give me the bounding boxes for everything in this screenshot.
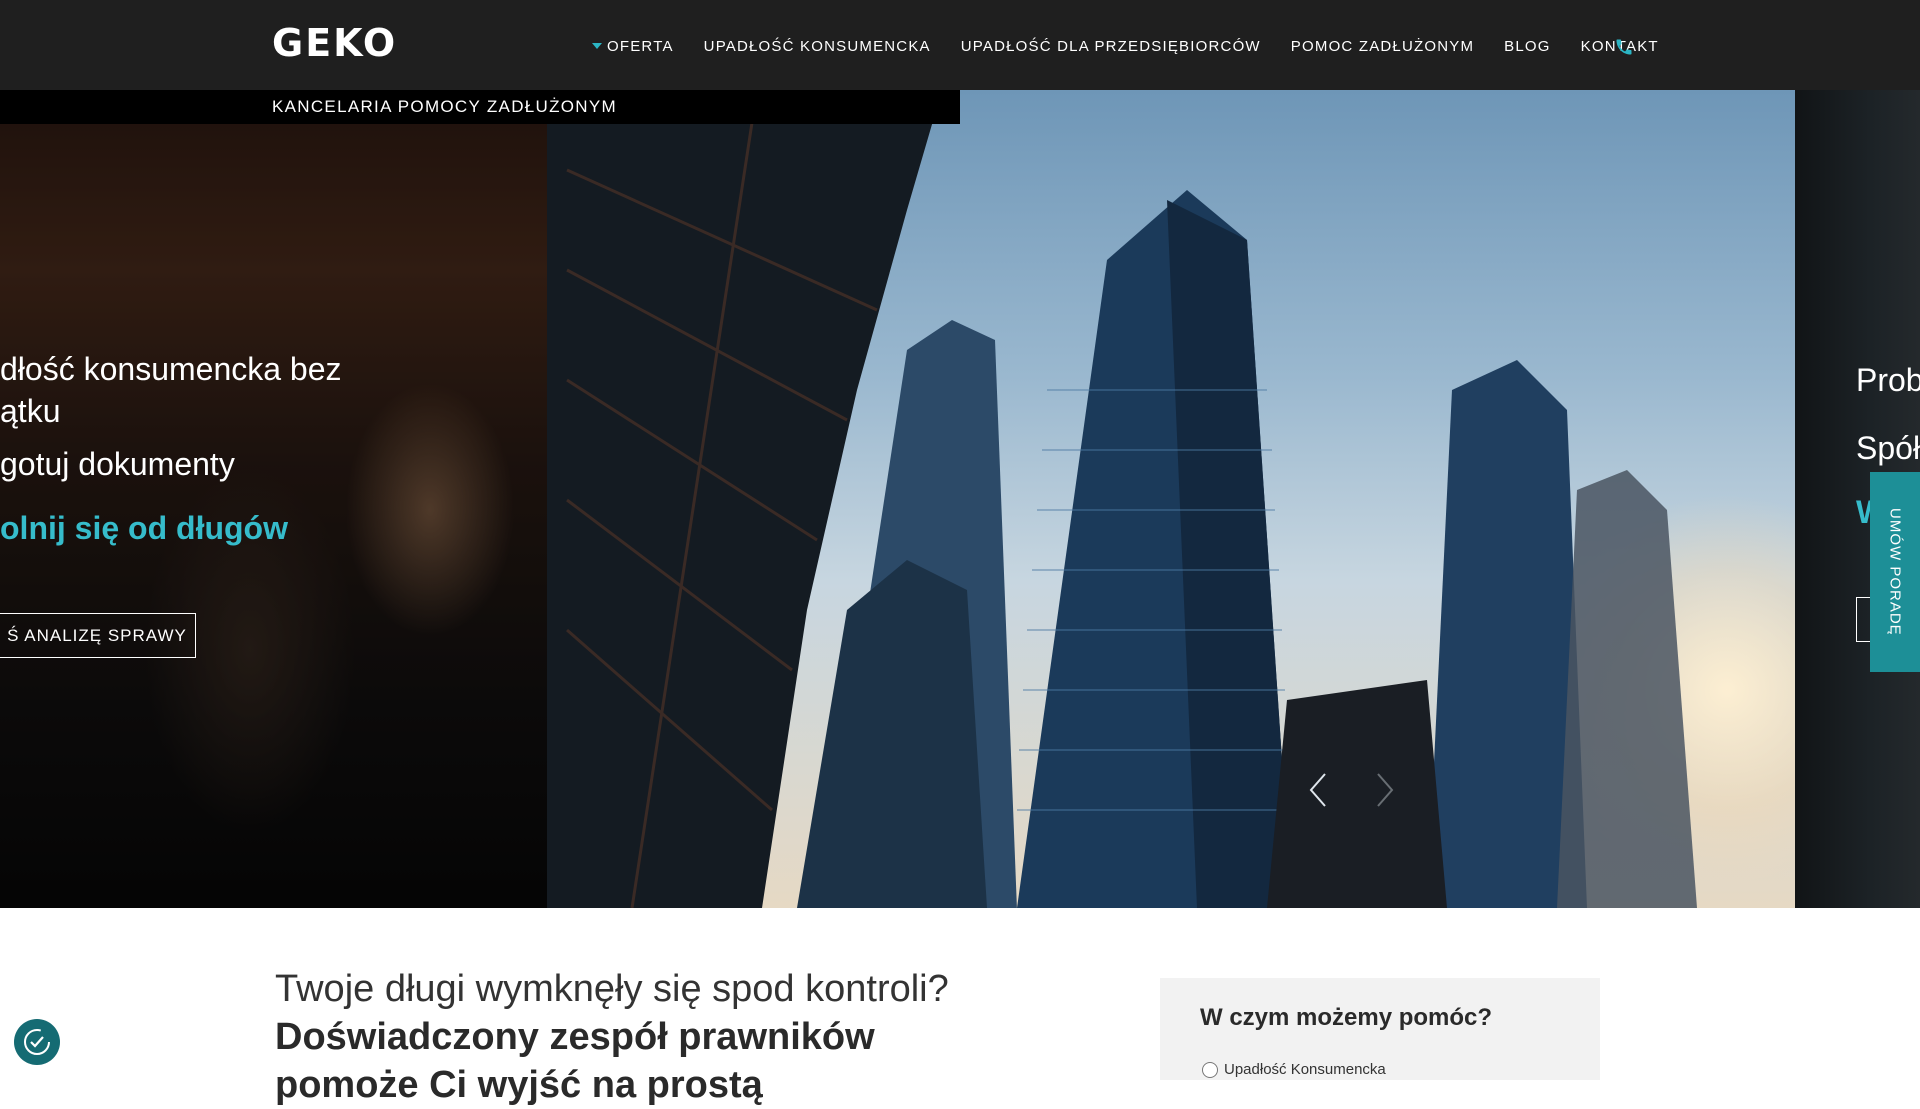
next-slide-subheading: Spół bbox=[1856, 430, 1920, 466]
next-slide-heading: Prob bbox=[1856, 362, 1920, 398]
accessibility-button[interactable] bbox=[14, 1019, 60, 1065]
hero-slider: dłość konsumencka bez ątku gotuj dokumen… bbox=[0, 90, 1920, 908]
slide-subheading: gotuj dokumenty bbox=[0, 446, 235, 482]
help-option-consumer-bankruptcy[interactable]: Upadłość Konsumencka bbox=[1202, 1061, 1386, 1078]
chevron-left-icon[interactable] bbox=[1305, 770, 1335, 810]
nav-item-blog[interactable]: BLOG bbox=[1504, 38, 1550, 55]
slide-office-image bbox=[0, 90, 547, 908]
accessibility-icon bbox=[24, 1029, 50, 1055]
slide-highlight: olnij się od długów bbox=[0, 510, 288, 546]
site-tagline: KANCELARIA POMOCY ZADŁUŻONYM bbox=[272, 97, 617, 116]
intro-question: Twoje długi wymknęły się spod kontroli? bbox=[275, 968, 949, 1010]
slide-skyscrapers-image bbox=[547, 90, 1795, 908]
analysis-request-button[interactable]: Ś ANALIZĘ SPRAWY bbox=[0, 613, 196, 658]
skyscrapers-illustration bbox=[547, 90, 1697, 908]
nav-item-oferta[interactable]: OFERTA bbox=[592, 38, 674, 55]
nav-item-pomoc-zadluzonym[interactable]: POMOC ZADŁUŻONYM bbox=[1291, 38, 1474, 55]
book-consultation-tab[interactable]: UMÓW PORADĘ bbox=[1870, 472, 1920, 672]
intro-statement: Doświadczony zespół prawników bbox=[275, 1016, 875, 1058]
nav-item-upadlosc-przedsiebiorcow[interactable]: UPADŁOŚĆ DLA PRZEDSIĘBIORCÓW bbox=[961, 38, 1261, 55]
top-navigation-bar: GEKO OFERTA UPADŁOŚĆ KONSUMENCKA UPADŁOŚ… bbox=[0, 0, 1920, 90]
chevron-right-icon[interactable] bbox=[1368, 770, 1398, 810]
main-nav: OFERTA UPADŁOŚĆ KONSUMENCKA UPADŁOŚĆ DLA… bbox=[592, 36, 1689, 56]
nav-item-upadlosc-konsumencka[interactable]: UPADŁOŚĆ KONSUMENCKA bbox=[704, 38, 931, 55]
help-form: W czym możemy pomóc? Upadłość Konsumenck… bbox=[1160, 978, 1600, 1080]
caret-down-icon bbox=[592, 43, 602, 49]
logo-text: GEKO bbox=[272, 21, 398, 65]
geko-logo[interactable]: GEKO bbox=[272, 21, 398, 65]
radio-button[interactable] bbox=[1202, 1061, 1218, 1078]
phone-icon[interactable] bbox=[1614, 37, 1634, 57]
side-tab-label: UMÓW PORADĘ bbox=[1886, 508, 1904, 636]
slide-heading: dłość konsumencka bez ątku bbox=[0, 351, 342, 429]
intro-statement-cont: pomoże Ci wyjść na prostą bbox=[275, 1064, 763, 1106]
intro-section: Twoje długi wymknęły się spod kontroli? … bbox=[275, 965, 949, 1109]
help-form-title: W czym możemy pomóc? bbox=[1200, 1004, 1493, 1031]
